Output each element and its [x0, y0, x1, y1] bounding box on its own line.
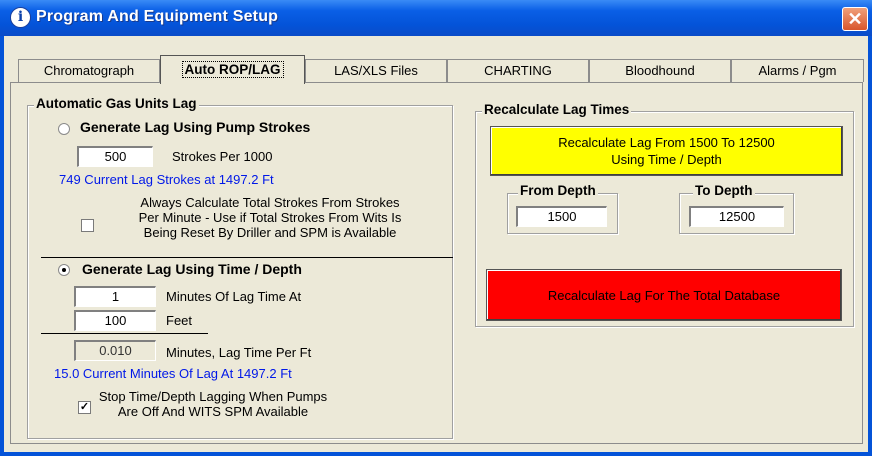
button-line: Using Time / Depth: [611, 152, 722, 167]
label-line: Per Minute - Use if Total Strokes From W…: [138, 210, 402, 225]
always-calc-strokes-checkbox[interactable]: [81, 219, 94, 232]
label-line: Are Off And WITS SPM Available: [117, 404, 309, 419]
time-depth-label: Generate Lag Using Time / Depth: [82, 261, 302, 277]
from-depth-label: From Depth: [518, 183, 598, 198]
label-line: Being Reset By Driller and SPM is Availa…: [143, 225, 397, 240]
from-depth-input[interactable]: 1500: [516, 206, 607, 227]
label-line: Always Calculate Total Strokes From Stro…: [140, 195, 400, 210]
recalc-lag-title: Recalculate Lag Times: [482, 102, 632, 117]
pump-strokes-radio[interactable]: [58, 123, 70, 135]
current-lag-strokes-info: 749 Current Lag Strokes at 1497.2 Ft: [59, 172, 274, 187]
recalc-total-database-button[interactable]: Recalculate Lag For The Total Database: [486, 269, 842, 321]
label-line: Stop Time/Depth Lagging When Pumps: [98, 389, 328, 404]
gas-units-lag-title: Automatic Gas Units Lag: [34, 96, 199, 111]
recalc-range-button[interactable]: Recalculate Lag From 1500 To 12500 Using…: [490, 126, 843, 176]
section-divider: [41, 257, 453, 258]
lag-feet-input[interactable]: 100: [74, 310, 156, 331]
button-line: Recalculate Lag From 1500 To 12500: [558, 135, 775, 150]
lag-per-ft-readout: 0.010: [74, 340, 156, 361]
always-calc-strokes-label: Always Calculate Total Strokes From Stro…: [104, 195, 436, 240]
to-depth-label: To Depth: [693, 183, 755, 198]
lag-minutes-label: Minutes Of Lag Time At: [166, 289, 302, 304]
lag-minutes-input[interactable]: 1: [74, 286, 156, 307]
current-lag-minutes-info: 15.0 Current Minutes Of Lag At 1497.2 Ft: [54, 366, 292, 381]
time-depth-radio[interactable]: [58, 264, 70, 276]
fraction-divider: [41, 333, 208, 334]
to-depth-input[interactable]: 12500: [689, 206, 784, 227]
stop-lagging-label: Stop Time/Depth Lagging When Pumps Are O…: [98, 389, 328, 419]
strokes-per-1000-label: Strokes Per 1000: [172, 149, 273, 164]
pump-strokes-label: Generate Lag Using Pump Strokes: [80, 119, 311, 135]
lag-feet-label: Feet: [166, 313, 193, 328]
strokes-per-1000-input[interactable]: 500: [77, 146, 153, 167]
lag-per-ft-label: Minutes, Lag Time Per Ft: [166, 345, 312, 360]
stop-lagging-checkbox[interactable]: ✓: [78, 401, 91, 414]
